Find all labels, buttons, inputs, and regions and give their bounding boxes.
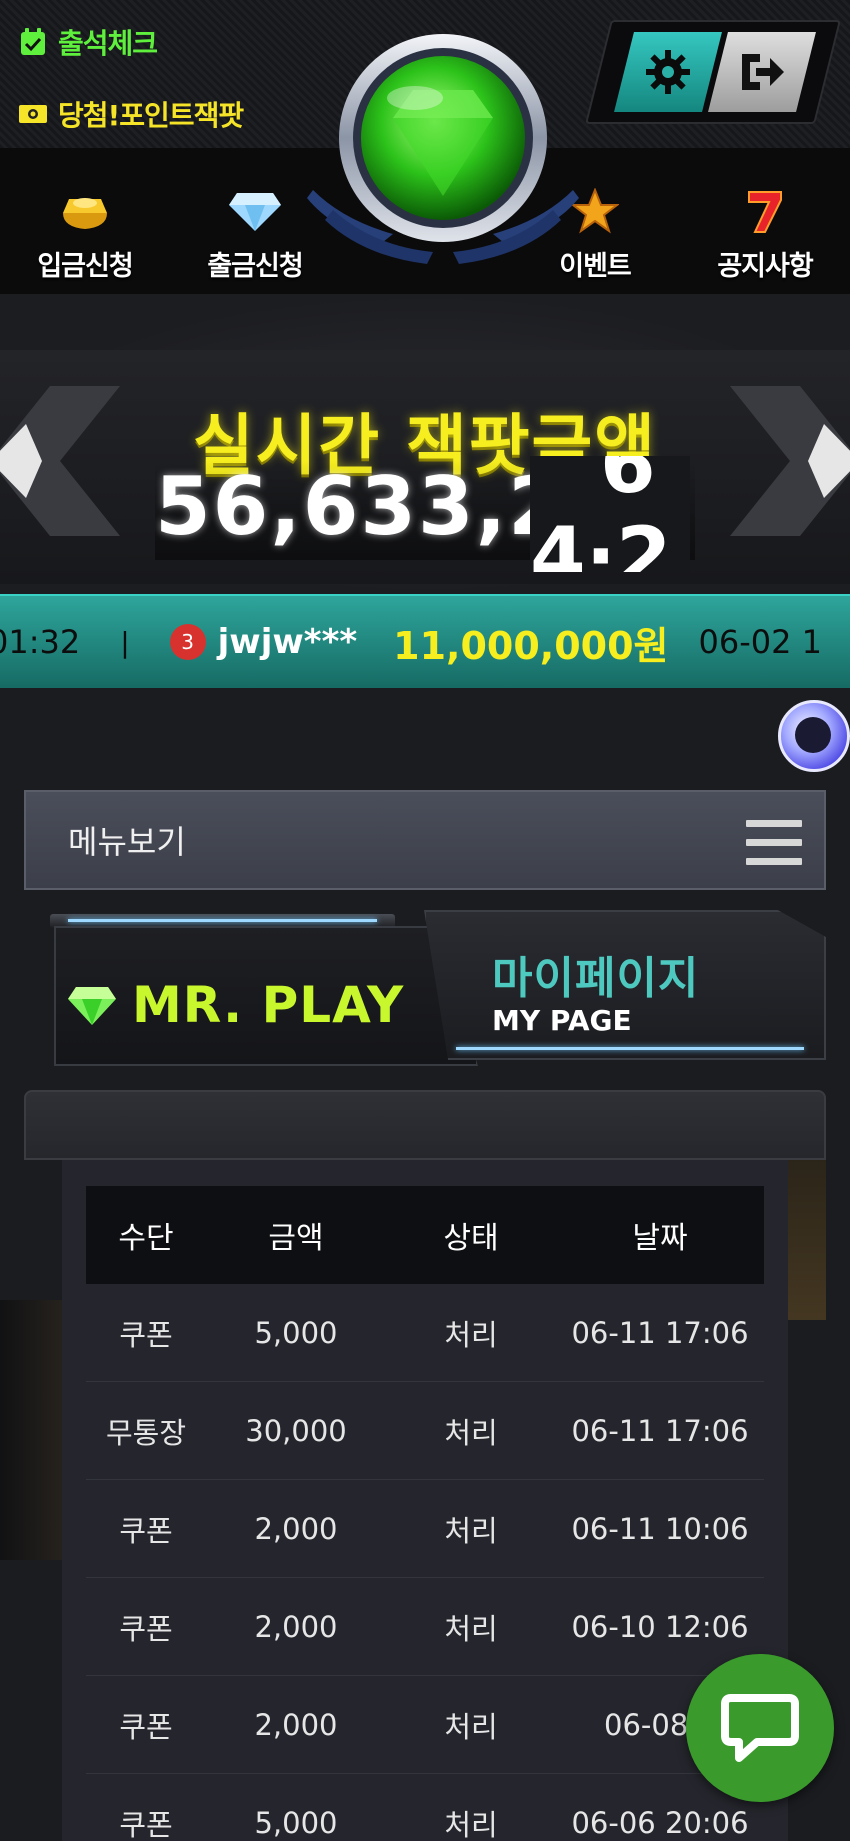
calendar-check-icon: [18, 28, 48, 56]
cell-amount: 2,000: [254, 1707, 338, 1742]
point-jackpot-label: 당첨!포인트잭팟: [58, 99, 244, 132]
chat-bubble-icon: [721, 1694, 799, 1762]
mypage-title-panel: 마이페이지 MY PAGE: [424, 910, 826, 1060]
cell-amount: 5,000: [254, 1315, 338, 1350]
header-status: 상태: [443, 1221, 499, 1256]
jackpot-rolling-bottom: 4·2: [530, 510, 672, 572]
util-buttons: [585, 20, 841, 124]
header-rail-decoration: [50, 914, 395, 928]
cell-status: 처리: [444, 1317, 498, 1352]
gold-ingot-icon: [10, 186, 160, 236]
cell-status: 처리: [444, 1807, 498, 1841]
content-header-strip: [24, 1090, 826, 1160]
table-row: 무통장 30,000 처리 06-11 17:06: [86, 1382, 764, 1480]
menu-view-label: 메뉴보기: [68, 823, 186, 861]
cell-date: 06-11 17:06: [571, 1315, 749, 1350]
jackpot-rolling-digits: 6 4·2: [530, 456, 690, 572]
cell-amount: 30,000: [245, 1413, 347, 1448]
mypage-title-en: MY PAGE: [492, 1004, 632, 1037]
ticker-amount: 11,000,000원: [393, 623, 669, 668]
attendance-link[interactable]: 출석체크: [18, 22, 243, 62]
logout-icon: [742, 54, 784, 90]
winner-ticker: 01:32 | 3 jwjw*** 11,000,000원 06-02 1: [0, 594, 850, 688]
cell-status: 처리: [444, 1709, 498, 1744]
point-jackpot-link[interactable]: 당첨!포인트잭팟: [18, 94, 244, 134]
cell-date: 06-10 12:06: [571, 1609, 749, 1644]
rank-badge: 3: [169, 624, 206, 660]
ticker-time-right: 06-02 1: [698, 623, 823, 661]
cell-status: 처리: [444, 1513, 498, 1548]
cell-method: 쿠폰: [119, 1709, 173, 1744]
cell-amount: 5,000: [254, 1805, 338, 1840]
history-table: 수단 금액 상태 날짜 쿠폰 5,000 처리 06-11 17:06 무통장 …: [86, 1186, 764, 1841]
table-row: 쿠폰 2,000 처리 06-10 12:06: [86, 1578, 764, 1676]
cell-method: 무통장: [105, 1415, 187, 1450]
table-header: 수단 금액 상태 날짜: [86, 1186, 764, 1284]
mr-play-logo: MR. PLAY: [66, 976, 404, 1034]
nav-notice[interactable]: 공지사항: [690, 186, 840, 283]
history-panel: 수단 금액 상태 날짜 쿠폰 5,000 처리 06-11 17:06 무통장 …: [62, 1160, 788, 1841]
attendance-label: 출석체크: [58, 27, 158, 60]
cell-date: 06-11 17:06: [571, 1413, 749, 1448]
cell-method: 쿠폰: [119, 1807, 173, 1841]
side-decoration-right: [788, 1160, 826, 1320]
mr-play-text: MR. PLAY: [132, 976, 405, 1034]
top-links: 출석체크 당첨!포인트잭팟: [18, 22, 244, 134]
cell-amount: 2,000: [254, 1511, 338, 1546]
table-row: 쿠폰 5,000 처리 06-11 17:06: [86, 1284, 764, 1382]
mypage-title-kr: 마이페이지: [492, 953, 700, 1004]
ticker-user: jwjw***: [217, 622, 358, 662]
header-amount: 금액: [268, 1221, 324, 1256]
cell-status: 처리: [444, 1415, 498, 1450]
cell-date: 06-11 10:06: [571, 1511, 749, 1546]
cell-status: 처리: [444, 1611, 498, 1646]
cell-amount: 2,000: [254, 1609, 338, 1644]
mypage-header: MR. PLAY 마이페이지 MY PAGE: [24, 904, 826, 1074]
cell-method: 쿠폰: [119, 1317, 173, 1352]
cell-method: 쿠폰: [119, 1513, 173, 1548]
lucky-seven-icon: [690, 186, 840, 236]
header-date: 날짜: [632, 1221, 688, 1256]
jackpot-rolling-top: 6: [600, 456, 656, 511]
ticker-time-left: 01:32: [0, 623, 81, 661]
side-decoration-left: [0, 1300, 62, 1560]
nav-notice-label: 공지사항: [717, 251, 813, 282]
nav-deposit[interactable]: 입금신청: [10, 186, 160, 283]
table-row: 쿠폰 2,000 처리 06-08 1: [86, 1676, 764, 1774]
nav-deposit-label: 입금신청: [37, 251, 133, 282]
table-row: 쿠폰 5,000 처리 06-06 20:06: [86, 1774, 764, 1841]
ticker-separator: |: [120, 625, 130, 659]
cell-date: 06-06 20:06: [571, 1805, 749, 1840]
floating-orb-button[interactable]: [778, 700, 850, 772]
gem-icon: [68, 987, 116, 1025]
gear-icon: [646, 50, 690, 94]
money-icon: [18, 100, 48, 128]
logo-emblem[interactable]: [303, 20, 583, 270]
header-method: 수단: [118, 1221, 174, 1256]
chat-button[interactable]: [686, 1654, 834, 1802]
table-row: 쿠폰 2,000 처리 06-11 10:06: [86, 1480, 764, 1578]
hamburger-icon[interactable]: [746, 820, 802, 866]
cell-method: 쿠폰: [119, 1611, 173, 1646]
menu-view-bar[interactable]: 메뉴보기: [24, 790, 826, 890]
ticker-track: 01:32 | 3 jwjw*** 11,000,000원 06-02 1: [0, 615, 822, 670]
mr-play-panel: MR. PLAY: [54, 926, 478, 1066]
